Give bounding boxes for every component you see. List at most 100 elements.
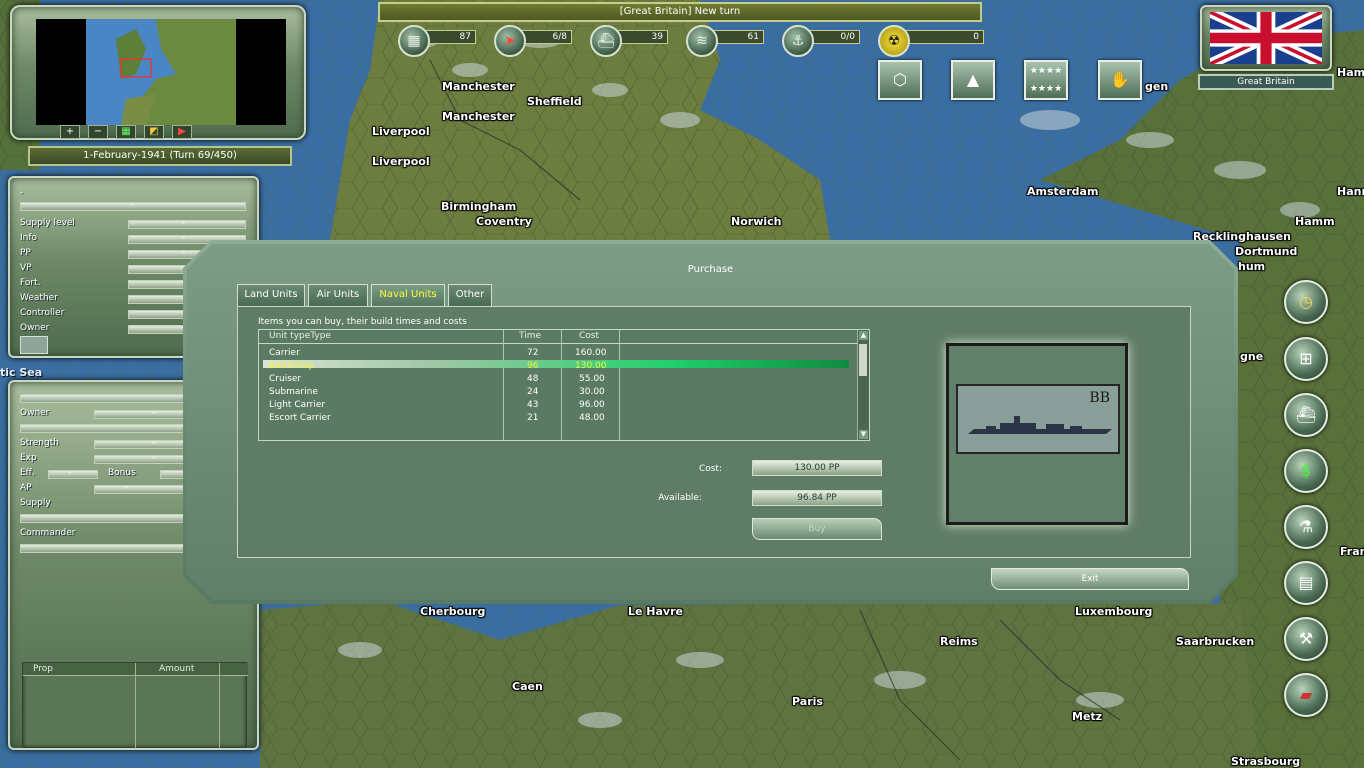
minimap-land [116,19,236,125]
column-header: Amount [159,664,195,674]
unit-row[interactable]: Submarine 24 30.00 [259,386,859,399]
clock-icon: ◷ [1299,292,1313,311]
diplomacy-button[interactable]: ✋ [1098,60,1142,100]
tab-air-units[interactable]: Air Units [308,284,368,306]
unit-row[interactable]: Escort Carrier 21 48.00 [259,412,859,425]
available-label: Available: [658,493,702,503]
sea-label: tic Sea [0,366,43,379]
tab-other[interactable]: Other [448,284,492,306]
hex-grid-button[interactable]: ⬡ [878,60,922,100]
scroll-up-icon[interactable]: ▲ [859,331,868,340]
exit-button[interactable]: Exit [991,568,1189,590]
book-icon: ▰ [1299,685,1313,704]
field-value: - [152,438,156,448]
hex-info-top-value: - [130,200,134,210]
minimap-controls: + − ▦ ◩ ▶ [60,125,192,139]
tab-land-units[interactable]: Land Units [237,284,305,306]
money-button[interactable]: $ [1284,449,1328,493]
fleet-icon: ⛴ [1295,405,1317,424]
city-label: Hann [1337,185,1364,198]
network-button[interactable]: ⊞ [1284,337,1328,381]
field-label: Owner [20,323,50,333]
unit-type: Cruiser [269,374,302,384]
zoom-out-button[interactable]: − [88,125,108,139]
clock-button[interactable]: ◷ [1284,280,1328,324]
city-label: Strasbourg [1231,755,1301,768]
unit-time: 21 [527,413,539,423]
tab-naval-units[interactable]: Naval Units [371,284,445,306]
zoom-in-button[interactable]: + [60,125,80,139]
column-header-cost[interactable]: Cost [579,331,599,341]
nation-flag-frame[interactable] [1200,5,1332,71]
unit-row[interactable]: Carrier 72 160.00 [259,347,859,360]
arrow-toggle-button[interactable]: ▶ [172,125,192,139]
computer-button[interactable]: ▤ [1284,561,1328,605]
tools-button[interactable]: ⚒ [1284,617,1328,661]
purchase-dialog-body: Purchase Land Units Air Units Naval Unit… [187,244,1234,600]
resource-value: 39 [616,30,668,44]
unit-row[interactable]: Light Carrier 43 96.00 [259,399,859,412]
unit-row-selected[interactable]: Battleship 96 130.00 [259,360,859,373]
city-label: Liverpool [372,125,430,138]
tank-button[interactable]: ▲ [951,60,995,100]
city-label: Manchester [442,110,515,123]
field-bar [48,470,98,479]
city-label: Cherbourg [420,605,486,618]
city-label: Reims [940,635,978,648]
city-label: Manchester [442,80,515,93]
tank-icon: ▲ [966,70,980,89]
hexagon-icon: ⬡ [893,70,907,89]
column-header-unit-type[interactable]: Unit typeType [269,331,331,341]
city-label: Norwich [731,215,782,228]
unit-code: BB [1089,390,1110,406]
plane-icon: ➤ [494,25,526,57]
column-header-time[interactable]: Time [519,331,541,341]
field-label: Commander [20,528,76,538]
resource-value: 0/0 [808,30,860,44]
bonus-label: Bonus [108,468,136,478]
unit-row[interactable]: Cruiser 48 55.00 [259,373,859,386]
turn-date-bar: 1-February-1941 (Turn 69/450) [28,146,292,166]
unit-time: 43 [527,400,539,410]
union-jack-flag [1210,12,1322,64]
column-header: Prop [33,664,53,674]
field-label: Exp [20,453,37,463]
unit-list[interactable]: Unit typeType Time Cost Carrier 72 160.0… [258,329,870,441]
resource-value: 0 [904,30,984,44]
minimap-panel: + − ▦ ◩ ▶ [10,5,306,140]
city-label: Coventry [476,215,532,228]
turn-message-bar: [Great Britain] New turn [378,2,982,22]
dialog-title: Purchase [687,264,734,275]
grid-toggle-button[interactable]: ▦ [116,125,136,139]
minimap[interactable] [36,19,286,125]
city-label: Fran [1340,545,1364,558]
field-label: VP [20,263,32,273]
scroll-down-icon[interactable]: ▼ [859,430,868,439]
field-label: Info [20,233,38,243]
battleship-icon [968,416,1112,434]
transport-icon: ≋ [686,25,718,57]
overlay-toggle-button[interactable]: ◩ [144,125,164,139]
buy-button[interactable]: Buy [752,518,882,540]
field-value: - [182,218,186,228]
field-label: PP [20,248,31,258]
unit-cost: 96.00 [579,400,605,410]
list-scrollbar[interactable]: ▲ ▼ [857,330,869,440]
fleet-button[interactable]: ⛴ [1284,393,1328,437]
purchase-content: Items you can buy, their build times and… [237,306,1191,558]
ship-icon: ⛴ [590,25,622,57]
city-label: Liverpool [372,155,430,168]
stars-button[interactable]: ★★★★ ★★★★ [1024,60,1068,100]
field-label: Strength [20,438,59,448]
city-label: Luxembourg [1075,605,1153,618]
field-label: Weather [20,293,58,303]
field-value: - [152,408,156,418]
research-button[interactable]: ⚗ [1284,505,1328,549]
cost-field: 130.00 PP [752,460,882,476]
column-divider [219,663,220,749]
book-button[interactable]: ▰ [1284,673,1328,717]
terrain-thumbnail[interactable] [20,336,48,354]
unit-cost: 48.00 [579,413,605,423]
scroll-thumb[interactable] [859,344,867,376]
properties-table: Prop Amount [22,662,248,749]
